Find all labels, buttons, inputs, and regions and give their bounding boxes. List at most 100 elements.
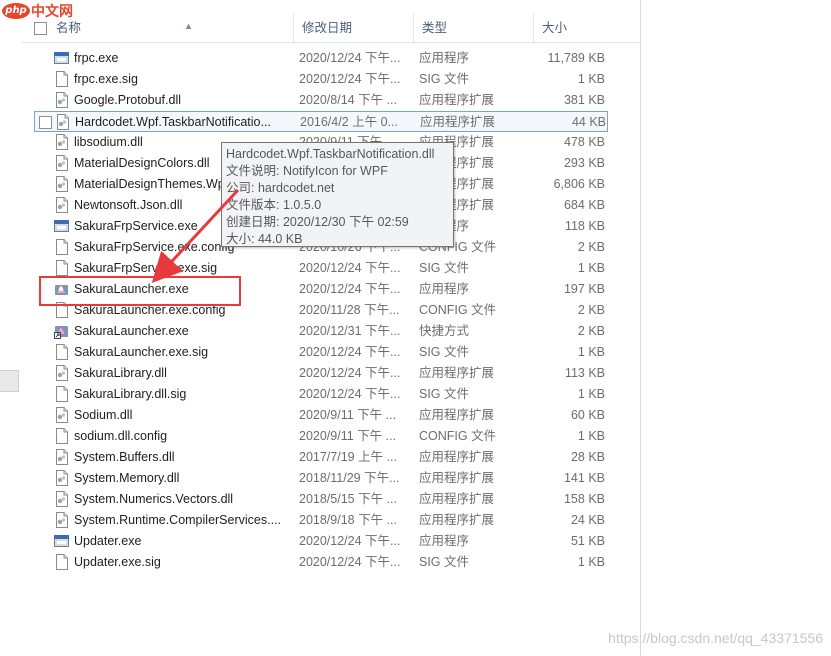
file-size: 381 KB [563, 93, 605, 107]
dll-icon [54, 470, 69, 486]
file-size: 1 KB [577, 345, 605, 359]
file-type: 快捷方式 [419, 324, 470, 338]
tooltip-size: 大小: 44.0 KB [226, 232, 303, 246]
dll-icon [54, 197, 69, 213]
column-header-size-label: 大小 [542, 21, 568, 35]
file-modified: 2020/12/24 下午... [299, 366, 401, 380]
dll-icon [54, 407, 69, 423]
file-icon [54, 344, 69, 360]
file-size: 158 KB [563, 492, 605, 506]
file-type: CONFIG 文件 [419, 429, 497, 443]
file-size: 2 KB [577, 303, 605, 317]
file-row[interactable]: SakuraLibrary.dll.sig 2020/12/24 下午... SIG… [34, 384, 608, 405]
file-modified: 2020/12/24 下午... [299, 387, 401, 401]
file-size: 44 KB [571, 115, 606, 129]
file-type: SIG 文件 [419, 261, 470, 275]
file-icon [54, 260, 69, 276]
file-size: 478 KB [563, 135, 605, 149]
file-row[interactable]: SakuraLauncher.exe 2020/12/31 下午... 快捷方式 2 … [34, 321, 608, 342]
file-modified: 2020/12/24 下午... [299, 51, 401, 65]
file-row[interactable]: Updater.exe.sig 2020/12/24 下午... SIG 文件 1 K… [34, 552, 608, 573]
file-size: 118 KB [564, 219, 605, 233]
file-row[interactable]: Sodium.dll 2020/9/11 下午 ... 应用程序扩展 60 KB [34, 405, 608, 426]
file-modified: 2020/12/24 下午... [299, 261, 401, 275]
file-size: 293 KB [563, 156, 605, 170]
logo-badge: php [2, 3, 30, 19]
file-modified: 2020/12/31 下午... [299, 324, 401, 338]
column-header-name-label: 名称 [56, 21, 82, 35]
file-size: 1 KB [577, 429, 605, 443]
file-row[interactable]: System.Memory.dll 2018/11/29 下午... 应用程序扩展 1… [34, 468, 608, 489]
file-name: System.Runtime.CompilerServices.... [74, 513, 282, 527]
dll-icon [54, 365, 69, 381]
file-size: 113 KB [564, 366, 605, 380]
file-type: 应用程序扩展 [419, 471, 495, 485]
file-name: SakuraLauncher.exe [74, 324, 189, 338]
file-size: 60 KB [570, 408, 605, 422]
file-modified: 2017/7/19 上午 ... [299, 450, 397, 464]
watermark: https://blog.csdn.net/qq_43371556 [608, 630, 823, 646]
file-row[interactable]: frpc.exe.sig 2020/12/24 下午... SIG 文件 1 KB [34, 69, 608, 90]
column-header-row: ▲ 名称 修改日期 类型 大小 [22, 14, 640, 43]
exe-icon [54, 218, 69, 234]
file-modified: 2020/8/14 下午 ... [299, 93, 397, 107]
file-row[interactable]: System.Numerics.Vectors.dll 2018/5/15 下午 … [34, 489, 608, 510]
file-icon [54, 71, 69, 87]
shortcut-icon [54, 323, 69, 339]
file-name: Sodium.dll [74, 408, 133, 422]
file-row[interactable]: System.Buffers.dll 2017/7/19 上午 ... 应用程序扩展… [34, 447, 608, 468]
file-name: frpc.exe [74, 51, 119, 65]
tooltip-created: 创建日期: 2020/12/30 下午 02:59 [226, 215, 409, 229]
file-row[interactable]: Hardcodet.Wpf.TaskbarNotificatio... 2016/… [34, 111, 608, 132]
logo-text: 中文网 [31, 3, 73, 19]
column-header-modified-label: 修改日期 [302, 21, 353, 35]
select-all-checkbox[interactable] [34, 22, 47, 35]
file-name: SakuraLauncher.exe.sig [74, 345, 209, 359]
file-modified: 2020/9/11 下午 ... [299, 429, 397, 443]
file-name: sodium.dll.config [74, 429, 168, 443]
pane-splitter-handle[interactable] [0, 370, 19, 392]
file-size: 6,806 KB [553, 177, 605, 191]
file-type: 应用程序扩展 [420, 115, 496, 129]
file-row[interactable]: sodium.dll.config 2020/9/11 下午 ... CONFIG … [34, 426, 608, 447]
row-checkbox[interactable] [39, 116, 52, 129]
file-modified: 2020/12/24 下午... [299, 72, 401, 86]
file-modified: 2016/4/2 上午 0... [300, 115, 398, 129]
file-size: 197 KB [563, 282, 605, 296]
file-type: 应用程序扩展 [419, 366, 495, 380]
file-size: 1 KB [577, 387, 605, 401]
file-name: Updater.exe.sig [74, 555, 161, 569]
file-row[interactable]: Google.Protobuf.dll 2020/8/14 下午 ... 应用程序扩… [34, 90, 608, 111]
tooltip-title: Hardcodet.Wpf.TaskbarNotification.dll [226, 147, 435, 161]
file-row[interactable]: frpc.exe 2020/12/24 下午... 应用程序 11,789 KB [34, 48, 608, 69]
file-type: SIG 文件 [419, 387, 470, 401]
file-icon [54, 386, 69, 402]
dll-icon [54, 155, 69, 171]
sort-ascending-icon: ▲ [184, 21, 193, 31]
dll-icon [54, 92, 69, 108]
column-header-type[interactable]: 类型 [414, 14, 534, 42]
file-size: 28 KB [570, 450, 605, 464]
column-header-modified[interactable]: 修改日期 [294, 14, 414, 42]
file-row[interactable]: SakuraLibrary.dll 2020/12/24 下午... 应用程序扩展 1… [34, 363, 608, 384]
site-logo: php 中文网 [0, 0, 73, 22]
dll-icon [54, 134, 69, 150]
file-name: Updater.exe [74, 534, 142, 548]
file-type: SIG 文件 [419, 345, 470, 359]
file-modified: 2020/12/24 下午... [299, 555, 401, 569]
column-header-name[interactable]: ▲ 名称 [48, 14, 294, 42]
column-header-type-label: 类型 [422, 21, 448, 35]
column-header-size[interactable]: 大小 [534, 14, 610, 42]
file-row[interactable]: Updater.exe 2020/12/24 下午... 应用程序 51 KB [34, 531, 608, 552]
file-row[interactable]: SakuraLauncher.exe.sig 2020/12/24 下午... SI… [34, 342, 608, 363]
file-row[interactable]: System.Runtime.CompilerServices.... 2018/… [34, 510, 608, 531]
file-icon [54, 428, 69, 444]
file-size: 1 KB [577, 72, 605, 86]
file-name: SakuraLibrary.dll [74, 366, 167, 380]
navigation-pane [0, 0, 22, 656]
file-modified: 2018/11/29 下午... [299, 471, 400, 485]
file-type: 应用程序扩展 [419, 492, 495, 506]
file-modified: 2020/12/24 下午... [299, 345, 401, 359]
file-icon [54, 554, 69, 570]
file-modified: 2020/11/28 下午... [299, 303, 400, 317]
